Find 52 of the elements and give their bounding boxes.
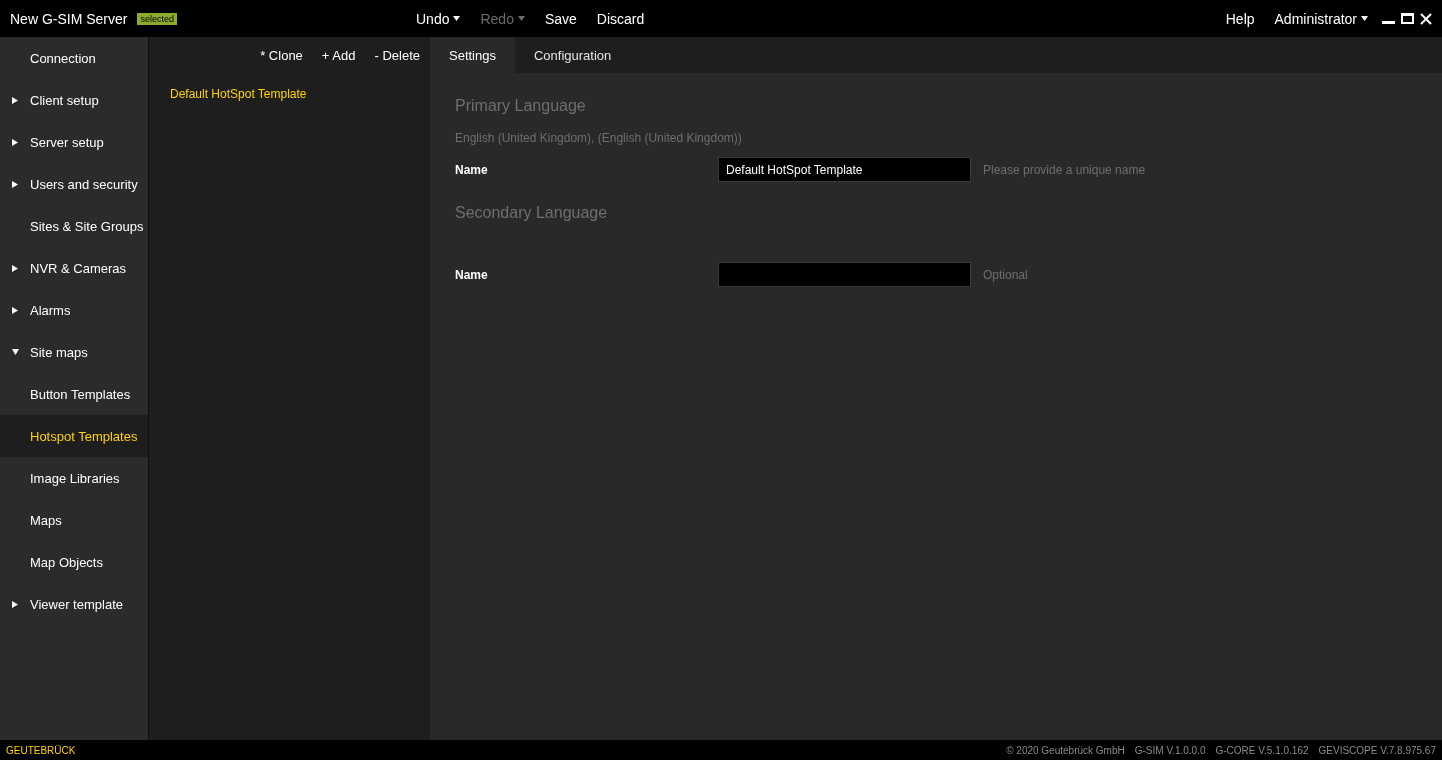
- caret-icon: [1361, 16, 1368, 21]
- sidebar-item[interactable]: Users and security: [0, 163, 148, 205]
- caret-icon: [517, 16, 525, 21]
- brand-label: GEUTEBRÜCK: [6, 744, 76, 756]
- version-label: © 2020 Geutebrück GmbH: [1006, 744, 1125, 756]
- sidebar-item[interactable]: Viewer template: [0, 583, 148, 625]
- sidebar-item[interactable]: Sites & Site Groups: [0, 205, 148, 247]
- sidebar-item[interactable]: Map Objects: [0, 541, 148, 583]
- sidebar-item[interactable]: Alarms: [0, 289, 148, 331]
- list-action-button[interactable]: - Delete: [374, 47, 420, 63]
- field-label: Name: [455, 162, 489, 177]
- sidebar-item[interactable]: Client setup: [0, 79, 148, 121]
- caret-icon: [453, 16, 461, 21]
- expanded-arrow-icon[interactable]: [12, 349, 19, 355]
- toolbar-button[interactable]: Undo: [416, 10, 461, 27]
- collapsed-arrow-icon[interactable]: [12, 306, 18, 314]
- list-item[interactable]: Default HotSpot Template: [149, 73, 430, 101]
- version-label: G-CORE V.5.1.0.162: [1215, 744, 1309, 756]
- version-label: G-SIM V.1.0.0.0: [1134, 744, 1206, 756]
- collapsed-arrow-icon[interactable]: [12, 96, 18, 104]
- language-subtitle: English (United Kingdom), (English (United Kingdom)): [455, 131, 743, 145]
- toolbar-button[interactable]: Save: [544, 10, 577, 27]
- collapsed-arrow-icon[interactable]: [12, 180, 18, 188]
- field-label: Name: [455, 267, 489, 282]
- name-input[interactable]: Default HotSpot Template: [718, 157, 971, 182]
- help-button[interactable]: Help: [1225, 10, 1255, 27]
- window-title: New G-SIM Server: [10, 10, 128, 27]
- field-hint: Optional: [983, 267, 1029, 282]
- maximize-icon[interactable]: [1401, 13, 1414, 24]
- status-badge: selected: [137, 12, 177, 25]
- section-heading: Primary Language: [455, 97, 587, 115]
- user-menu[interactable]: Administrator: [1274, 10, 1368, 27]
- toolbar-button[interactable]: Discard: [596, 10, 645, 27]
- sidebar-item[interactable]: Image Libraries: [0, 457, 148, 499]
- collapsed-arrow-icon[interactable]: [12, 600, 18, 608]
- close-icon[interactable]: [1420, 12, 1432, 25]
- name-input[interactable]: [718, 262, 971, 287]
- list-action-button[interactable]: * Clone: [260, 47, 303, 63]
- field-hint: Please provide a unique name: [983, 162, 1147, 177]
- sidebar-item[interactable]: Connection: [0, 37, 148, 79]
- list-action-button[interactable]: + Add: [321, 47, 356, 63]
- section-heading: Secondary Language: [455, 204, 609, 222]
- tab[interactable]: Settings: [430, 37, 515, 73]
- sidebar-item[interactable]: Hotspot Templates: [0, 415, 148, 457]
- sidebar-item[interactable]: Maps: [0, 499, 148, 541]
- sidebar-item[interactable]: Button Templates: [0, 373, 148, 415]
- version-label: GEVISCOPE V.7.8.975.67: [1318, 744, 1436, 756]
- collapsed-arrow-icon[interactable]: [12, 264, 18, 272]
- sidebar-item[interactable]: Site maps: [0, 331, 148, 373]
- collapsed-arrow-icon[interactable]: [12, 138, 18, 146]
- sidebar-item[interactable]: NVR & Cameras: [0, 247, 148, 289]
- sidebar-item[interactable]: Server setup: [0, 121, 148, 163]
